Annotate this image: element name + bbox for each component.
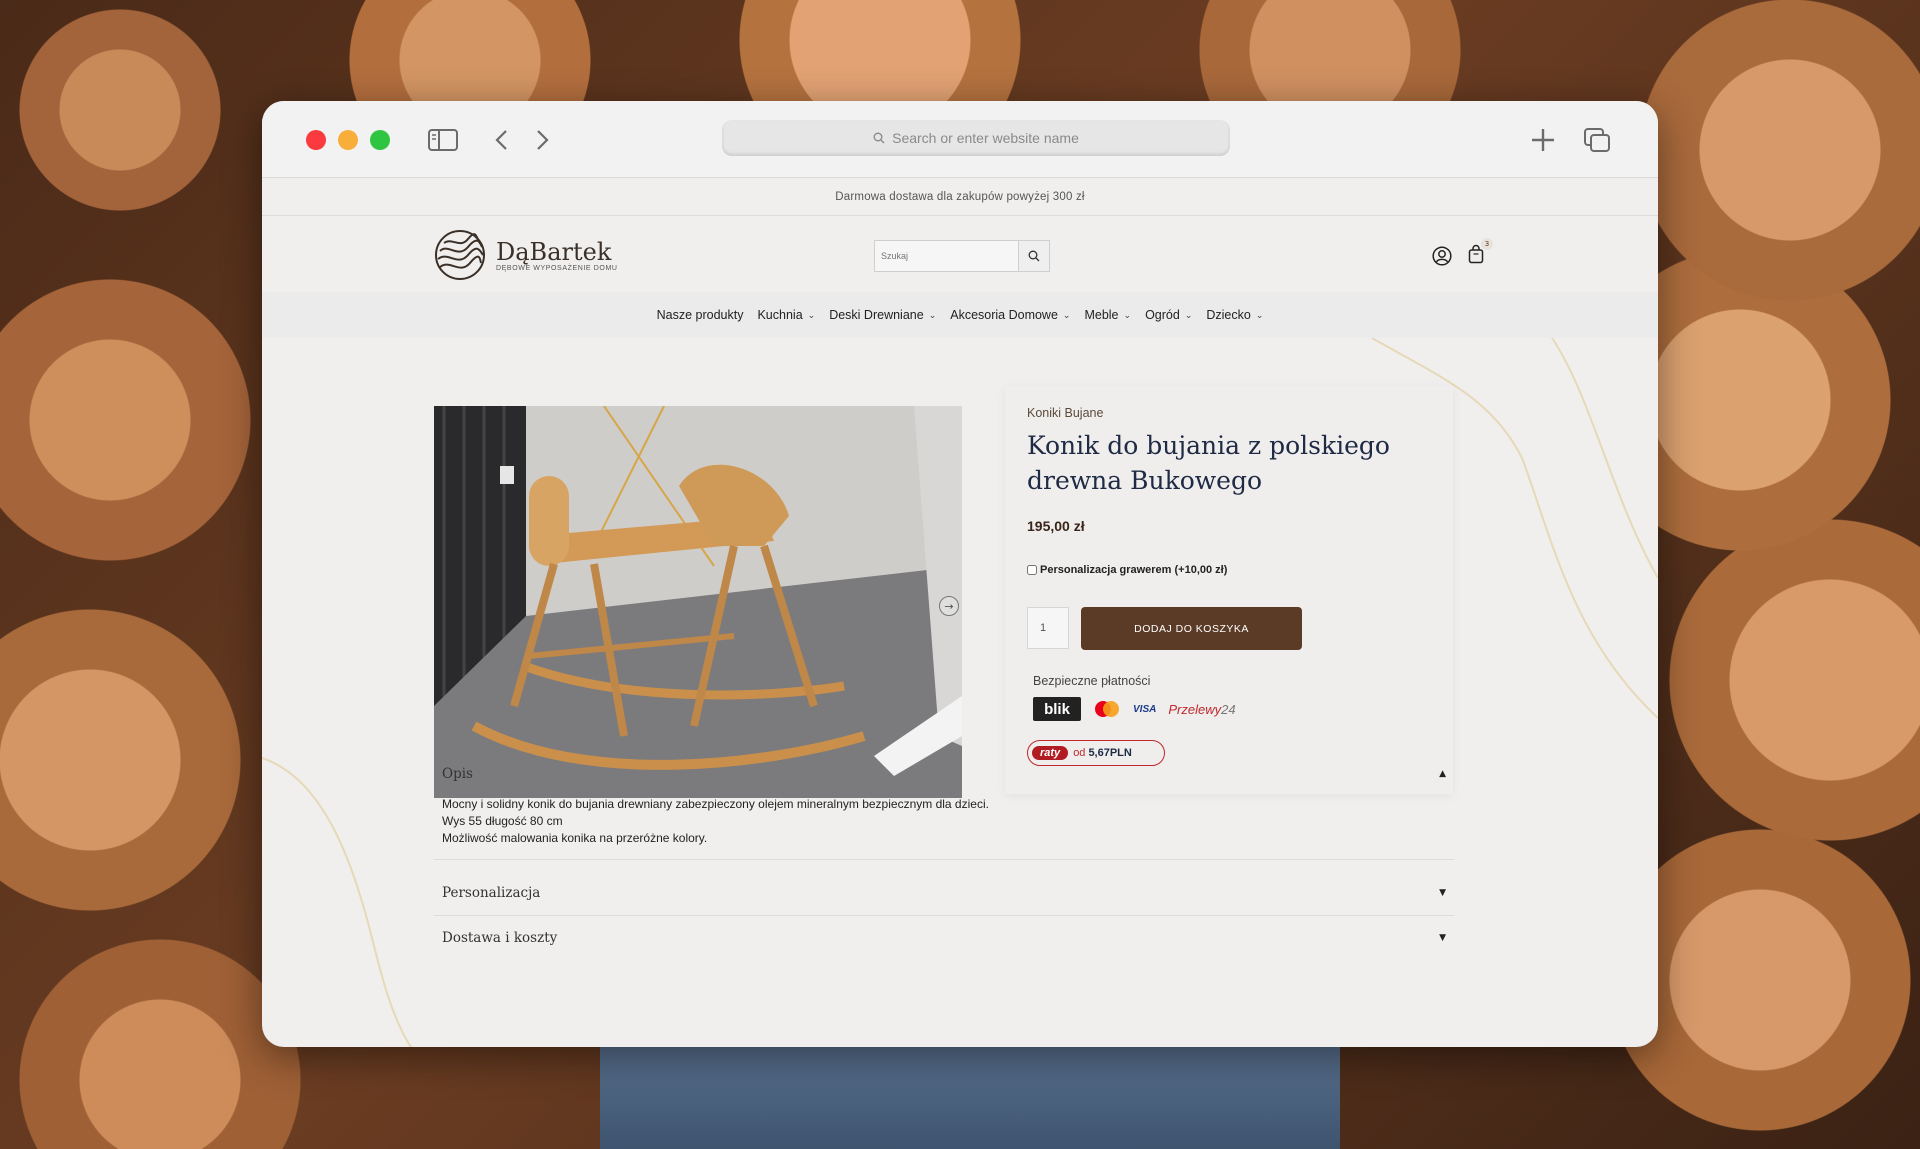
product-title: Konik do bujania z polskiego drewna Buko… xyxy=(1027,431,1390,495)
engraving-checkbox[interactable] xyxy=(1027,565,1037,575)
nav-item-label: Kuchnia xyxy=(757,308,803,322)
logo-tagline: DĘBOWE WYPOSAŻENIE DOMU xyxy=(496,264,618,272)
nav-item-label: Nasze produkty xyxy=(656,308,744,322)
forward-arrow-icon[interactable] xyxy=(528,125,558,155)
product-page: → Koniki Bujane Konik do bujania z polsk… xyxy=(262,338,1658,1047)
chevron-down-icon: ⌄ xyxy=(807,309,816,320)
promo-bar: Darmowa dostawa dla zakupów powyżej 300 … xyxy=(262,178,1658,216)
nav-item-3[interactable]: Akcesoria Domowe ⌄ xyxy=(950,308,1070,322)
nav-item-label: Deski Drewniane xyxy=(829,308,924,322)
accordion-opis-title: Opis xyxy=(442,766,473,782)
accordion-dostawa-title: Dostawa i koszty xyxy=(442,930,558,946)
description-line: Wys 55 długość 80 cm xyxy=(442,814,563,828)
account-user-icon[interactable] xyxy=(1432,246,1452,270)
accordion-personalizacja: Personalizacja ▼ xyxy=(434,871,1454,916)
accordion-dostawa-header[interactable]: Dostawa i koszty ▼ xyxy=(434,916,1454,960)
accordion-personalizacja-header[interactable]: Personalizacja ▼ xyxy=(434,871,1454,916)
visa-logo: VISA xyxy=(1133,703,1157,715)
chevron-down-icon: ⌄ xyxy=(1123,309,1132,320)
chevron-up-icon: ▲ xyxy=(1439,769,1446,779)
search-icon xyxy=(1028,250,1040,262)
address-bar[interactable]: Search or enter website name xyxy=(722,120,1230,156)
minimize-window-button[interactable] xyxy=(338,130,358,150)
address-placeholder: Search or enter website name xyxy=(892,130,1079,146)
nav-item-0[interactable]: Nasze produkty xyxy=(657,308,744,322)
rocking-horse-photo xyxy=(434,406,962,798)
accordion-opis-header[interactable]: Opis ▲ xyxy=(434,752,1454,796)
mastercard-logo xyxy=(1095,701,1119,717)
nav-item-4[interactable]: Meble ⌄ xyxy=(1084,308,1131,322)
quantity-input[interactable] xyxy=(1027,607,1069,649)
main-nav: Nasze produkty Kuchnia ⌄ Deski Drewniane ⌄ Ak… xyxy=(262,292,1658,338)
nav-item-label: Akcesoria Domowe xyxy=(950,308,1058,322)
chevron-down-icon: ⌄ xyxy=(1062,309,1071,320)
nav-item-1[interactable]: Kuchnia ⌄ xyxy=(757,308,815,322)
chevron-down-icon: ▼ xyxy=(1439,888,1446,898)
chevron-down-icon: ⌄ xyxy=(1184,309,1193,320)
nav-item-6[interactable]: Dziecko ⌄ xyxy=(1206,308,1263,322)
nav-item-label: Dziecko xyxy=(1206,308,1251,322)
back-arrow-icon[interactable] xyxy=(486,125,516,155)
nav-item-2[interactable]: Deski Drewniane ⌄ xyxy=(829,308,936,322)
close-window-button[interactable] xyxy=(306,130,326,150)
chevron-down-icon: ⌄ xyxy=(1255,309,1264,320)
product-image[interactable] xyxy=(434,406,962,798)
nav-item-5[interactable]: Ogród ⌄ xyxy=(1145,308,1192,322)
secure-payments-label: Bezpieczne płatności xyxy=(1033,674,1151,688)
chevron-down-icon: ⌄ xyxy=(928,309,937,320)
accordion-personalizacja-title: Personalizacja xyxy=(442,885,541,901)
p24-main: Przelewy xyxy=(1168,701,1222,717)
product-category[interactable]: Koniki Bujane xyxy=(1027,406,1103,420)
image-next-arrow-icon[interactable]: → xyxy=(939,596,959,616)
logo-wood-rings-icon xyxy=(435,230,485,280)
add-to-cart-button[interactable]: DODAJ DO KOSZYKA xyxy=(1081,607,1302,650)
logo-name: DąBartek xyxy=(496,237,612,266)
site-search xyxy=(874,240,1050,272)
tab-overview-icon[interactable] xyxy=(1582,125,1612,155)
payment-logos: blik VISA Przelewy24 xyxy=(1033,697,1236,721)
blik-logo: blik xyxy=(1033,697,1081,721)
p24-num: 24 xyxy=(1221,701,1236,717)
engraving-option[interactable]: Personalizacja grawerem (+10,00 zł) xyxy=(1027,564,1227,576)
nav-item-label: Ogród xyxy=(1145,308,1180,322)
engraving-label: Personalizacja grawerem (+10,00 zł) xyxy=(1040,564,1228,576)
chevron-down-icon: ▼ xyxy=(1439,933,1446,943)
przelewy24-logo: Przelewy24 xyxy=(1168,702,1235,717)
accordion-dostawa: Dostawa i koszty ▼ xyxy=(434,916,1454,960)
browser-window: Search or enter website name Darmowa dos… xyxy=(262,101,1658,1047)
new-tab-plus-icon[interactable] xyxy=(1528,125,1558,155)
site-search-button[interactable] xyxy=(1018,241,1049,271)
product-info-card: Koniki Bujane Konik do bujania z polskie… xyxy=(1005,386,1453,794)
site-header: DąBartek DĘBOWE WYPOSAŻENIE DOMU 3 xyxy=(262,216,1658,292)
accordion-opis: Opis ▲ Mocny i solidny konik do bujania … xyxy=(434,752,1454,860)
search-icon xyxy=(873,132,885,144)
cart-count-badge: 3 xyxy=(1481,238,1493,250)
maximize-window-button[interactable] xyxy=(370,130,390,150)
sidebar-toggle-icon[interactable] xyxy=(428,125,458,155)
browser-toolbar: Search or enter website name xyxy=(262,101,1658,178)
accordion-opis-body: Mocny i solidny konik do bujania drewnia… xyxy=(434,796,1454,860)
site-logo[interactable]: DąBartek DĘBOWE WYPOSAŻENIE DOMU xyxy=(434,229,618,281)
nav-item-label: Meble xyxy=(1084,308,1119,322)
background-jeans xyxy=(600,1040,1340,1149)
description-line: Mocny i solidny konik do bujania drewnia… xyxy=(442,797,989,811)
product-price: 195,00 zł xyxy=(1027,518,1085,534)
description-line: Możliwość malowania konika na przeróżne … xyxy=(442,831,708,845)
site-search-input[interactable] xyxy=(875,241,1019,271)
